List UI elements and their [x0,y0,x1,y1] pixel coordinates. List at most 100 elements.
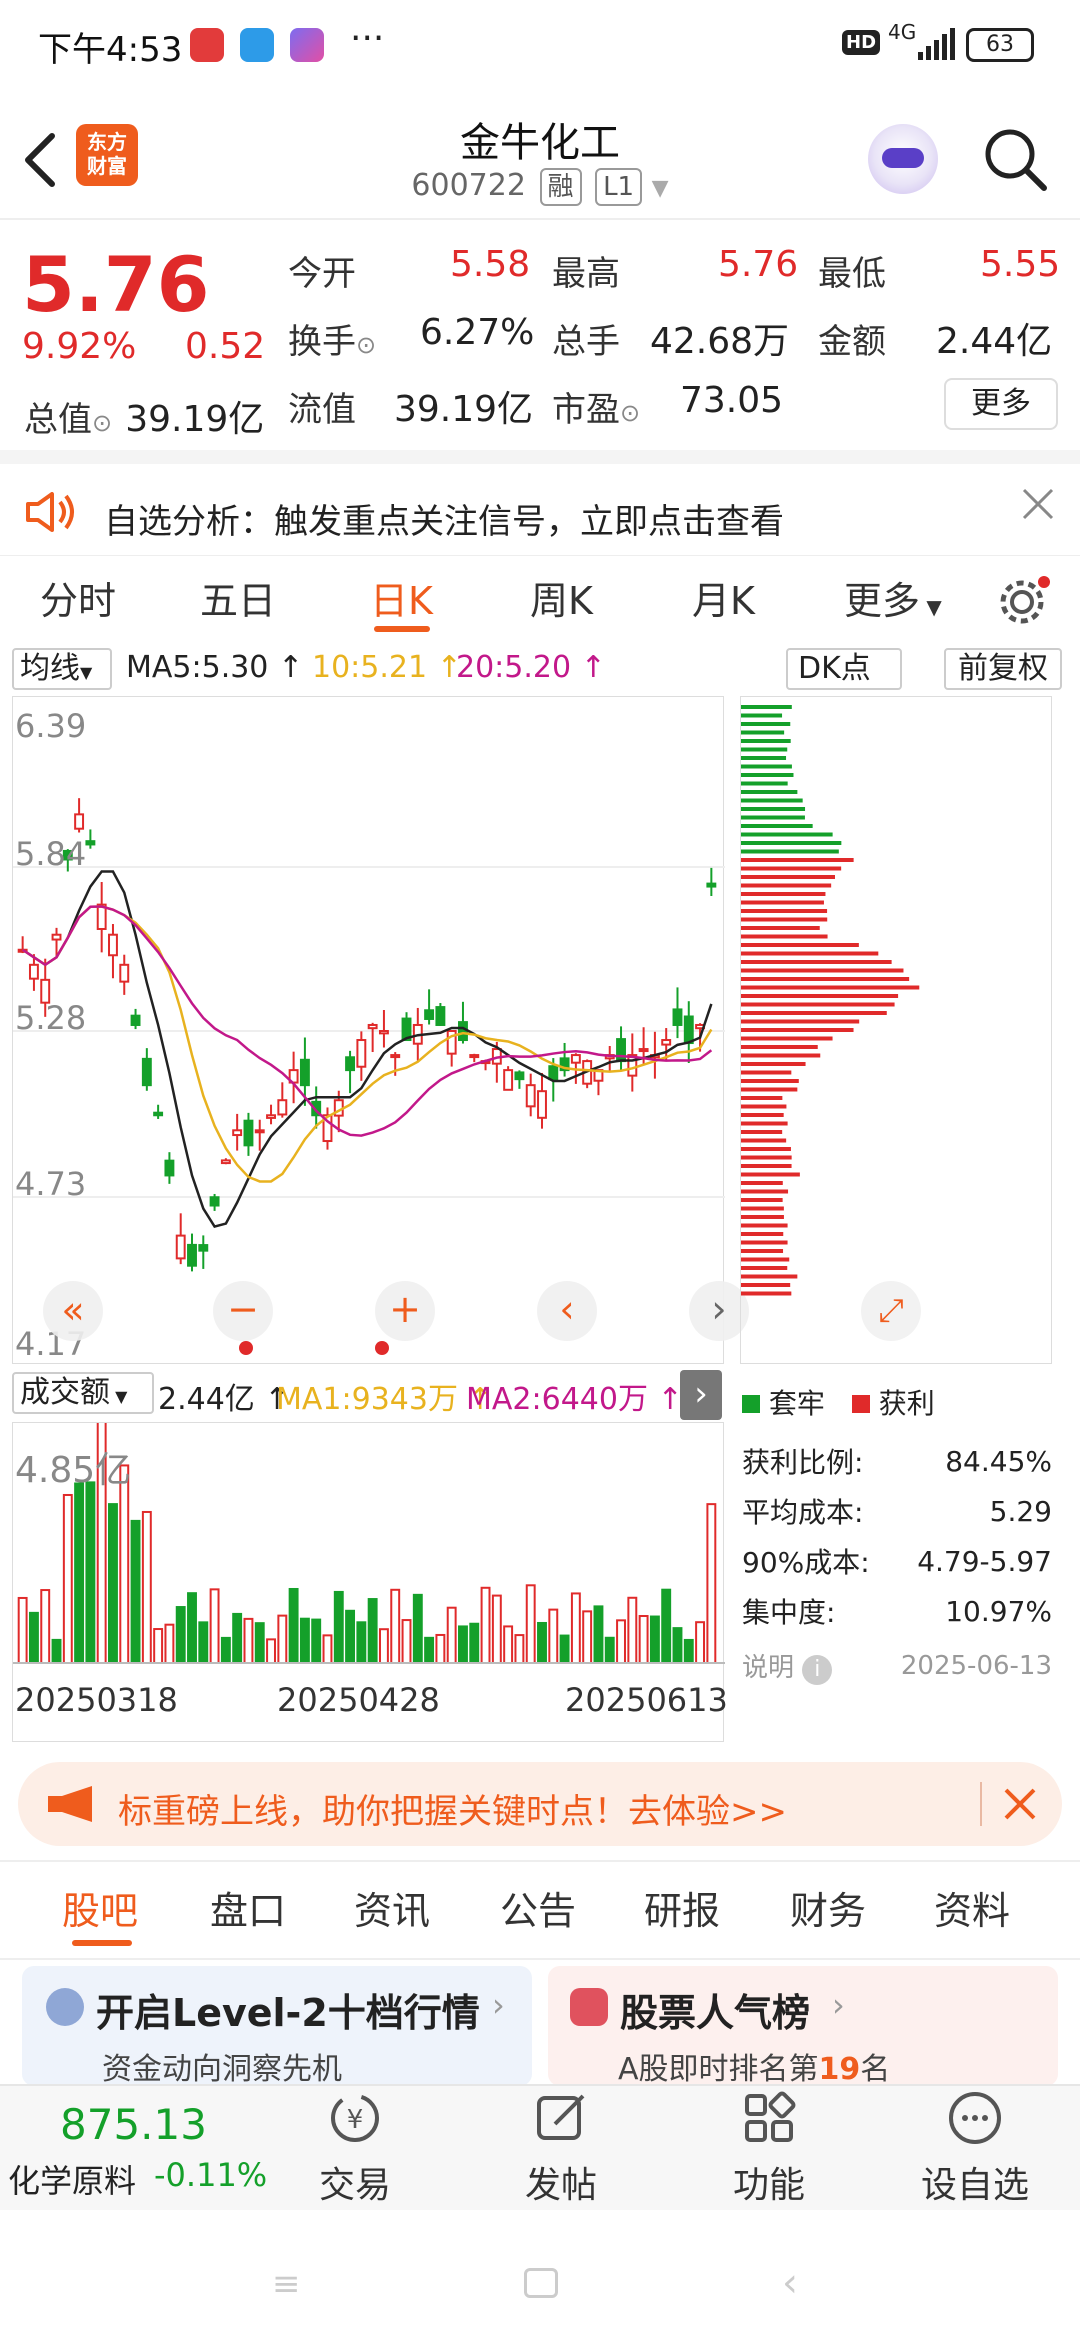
tab-research[interactable]: 研报 [644,1880,720,1935]
nav-add-watchlist[interactable]: 设自选 [900,2090,1050,2208]
chip-stat-label: 获利比例: [742,1446,864,1479]
divider [0,450,1080,464]
price-axis-2: 5.84 [15,835,87,873]
popularity-rank: 19 [818,2052,861,2087]
popularity-card[interactable]: 股票人气榜 › A股即时排名第19名 [548,1966,1058,2087]
close-icon[interactable] [1020,486,1056,522]
popularity-sub-suffix: 名 [860,2052,891,2087]
nav-post-label: 发帖 [524,2165,597,2206]
scroll-left-icon[interactable]: ‹ [537,1281,597,1341]
tab-forum[interactable]: 股吧 [62,1880,138,1935]
turnover-label: 换手 [288,322,356,362]
quote-panel: 5.76 9.92% 0.52 总值⊙ 39.19亿 今开 5.58 最高 5.… [0,218,1080,448]
home-icon[interactable] [524,2268,558,2298]
zoom-out-icon[interactable]: − [213,1281,273,1341]
stock-header: 东方 财富 金牛化工 600722 融 L1 ▼ [0,96,1080,218]
chip-note[interactable]: 说明 i [742,1647,833,1685]
chip-legend: 套牢 获利 [742,1382,935,1422]
promo-banner[interactable]: 标重磅上线，助你把握关键时点！去体验>> [18,1762,1062,1846]
ma20-value: 20:5.20 ↑ [456,650,606,685]
tab-monthly-k[interactable]: 月K [692,570,755,625]
sector-index-change: -0.11% [154,2156,268,2194]
total-value-block: 总值⊙ 39.19亿 [24,390,264,442]
nav-trade-label: 交易 [318,2165,391,2206]
pe-value: 73.05 [680,380,784,421]
grid-icon [745,2091,796,2142]
close-icon[interactable] [1002,1786,1038,1822]
ma20-label: 20:5.20 [456,650,572,685]
total-value: 39.19亿 [125,399,265,440]
kline-canvas [13,798,725,1272]
sector-index-value[interactable]: 875.13 [60,2100,207,2149]
high-label: 最高 [552,254,620,294]
amount-label: 金额 [818,322,886,362]
legend-trap: 套牢 [768,1387,825,1420]
tab-news[interactable]: 资讯 [354,1880,430,1935]
ma5-value: MA5:5.30 ↑ [126,650,304,685]
profit-swatch [851,1395,870,1413]
notification-dot [375,1341,389,1355]
volume-chart[interactable]: 4.85亿 20250318 20250428 20250613 [12,1349,728,1742]
tab-orderbook[interactable]: 盘口 [210,1880,286,1935]
level-tag: L1 [595,168,643,206]
volume-indicator-selector[interactable]: 成交额 ▼ [12,1372,154,1414]
date-start: 20250318 [15,1681,178,1719]
menu-icon[interactable]: ≡ [272,2264,301,2304]
notice-bar[interactable]: 自选分析：触发重点关注信号，立即点击查看 [0,468,1080,542]
kline-chart[interactable]: 6.39 5.84 5.28 4.73 4.17 « − + ‹ › [12,696,749,1364]
svg-text:¥: ¥ [347,2105,364,2135]
search-icon[interactable] [980,124,1050,194]
settings-gear-icon[interactable] [996,574,1052,630]
expand-arrow-icon[interactable]: › [680,1370,722,1420]
active-tab-indicator [374,626,430,632]
edit-icon [537,2094,585,2140]
amount-value: 2.44亿 [936,321,1053,362]
volume-selector-label: 成交额 [20,1375,110,1410]
volume-ma2: MA2:6440万 ↑ [466,1382,683,1417]
tab-more[interactable]: 更多 ▼ [844,570,942,625]
nav-post[interactable]: 发帖 [486,2090,636,2208]
indicator-selector[interactable]: 均线▼ [12,648,112,690]
dk-point-button[interactable]: DK点 [786,648,902,690]
indicator-selector-label: 均线 [20,651,80,686]
tab-five-day[interactable]: 五日 [200,570,276,625]
rewind-icon[interactable]: « [43,1281,103,1341]
turnover-label-block: 换手⊙ [288,314,376,363]
chip-stat-value: 84.45% [945,1444,1052,1478]
trap-swatch [742,1395,760,1413]
nav-trade[interactable]: ¥ 交易 [280,2090,430,2208]
chat-app-icon [240,28,274,62]
tab-intraday[interactable]: 分时 [40,570,116,625]
zoom-in-icon[interactable]: + [375,1281,435,1341]
tab-daily-k[interactable]: 日K [370,570,433,625]
volume-value: 2.44亿 [158,1382,255,1417]
tab-weekly-k[interactable]: 周K [530,570,593,625]
chip-stat-row: 平均成本: 5.29 [742,1486,1052,1536]
dropdown-caret-icon: ▼ [80,663,93,682]
expand-icon[interactable]: ⤢ [861,1281,921,1341]
chip-stat-label: 平均成本: [742,1496,864,1529]
play-app-icon [290,28,324,62]
chip-distribution-chart: ⤢ [740,696,1052,1364]
sector-index-name[interactable]: 化学原料 [8,2156,136,2202]
chip-stat-value: 10.97% [945,1594,1052,1628]
level2-card[interactable]: 开启Level-2十档行情 › 资金动向洞察先机 [22,1966,532,2087]
low-label: 最低 [818,254,886,294]
back-icon[interactable]: ‹ [782,2260,798,2306]
dropdown-caret-icon: ▼ [110,1387,128,1406]
more-stats-button[interactable]: 更多 [944,378,1058,430]
stock-code: 600722 [411,168,526,203]
adjust-mode-button[interactable]: 前复权 [944,648,1062,690]
tab-finance[interactable]: 财务 [790,1880,866,1935]
change-amount: 0.52 [185,326,266,367]
tab-profile[interactable]: 资料 [934,1880,1010,1935]
tab-announcements[interactable]: 公告 [500,1880,576,1935]
volume-ma2-label: MA2:6440万 [466,1382,648,1417]
robot-assistant-icon[interactable] [868,124,938,194]
current-price: 5.76 [22,240,210,329]
battery-level: 63 [986,32,1014,57]
nav-functions[interactable]: 功能 [694,2090,844,2208]
battery-icon: 63 [966,28,1034,62]
info-icon: i [802,1655,833,1685]
price-axis-3: 5.28 [15,999,87,1037]
